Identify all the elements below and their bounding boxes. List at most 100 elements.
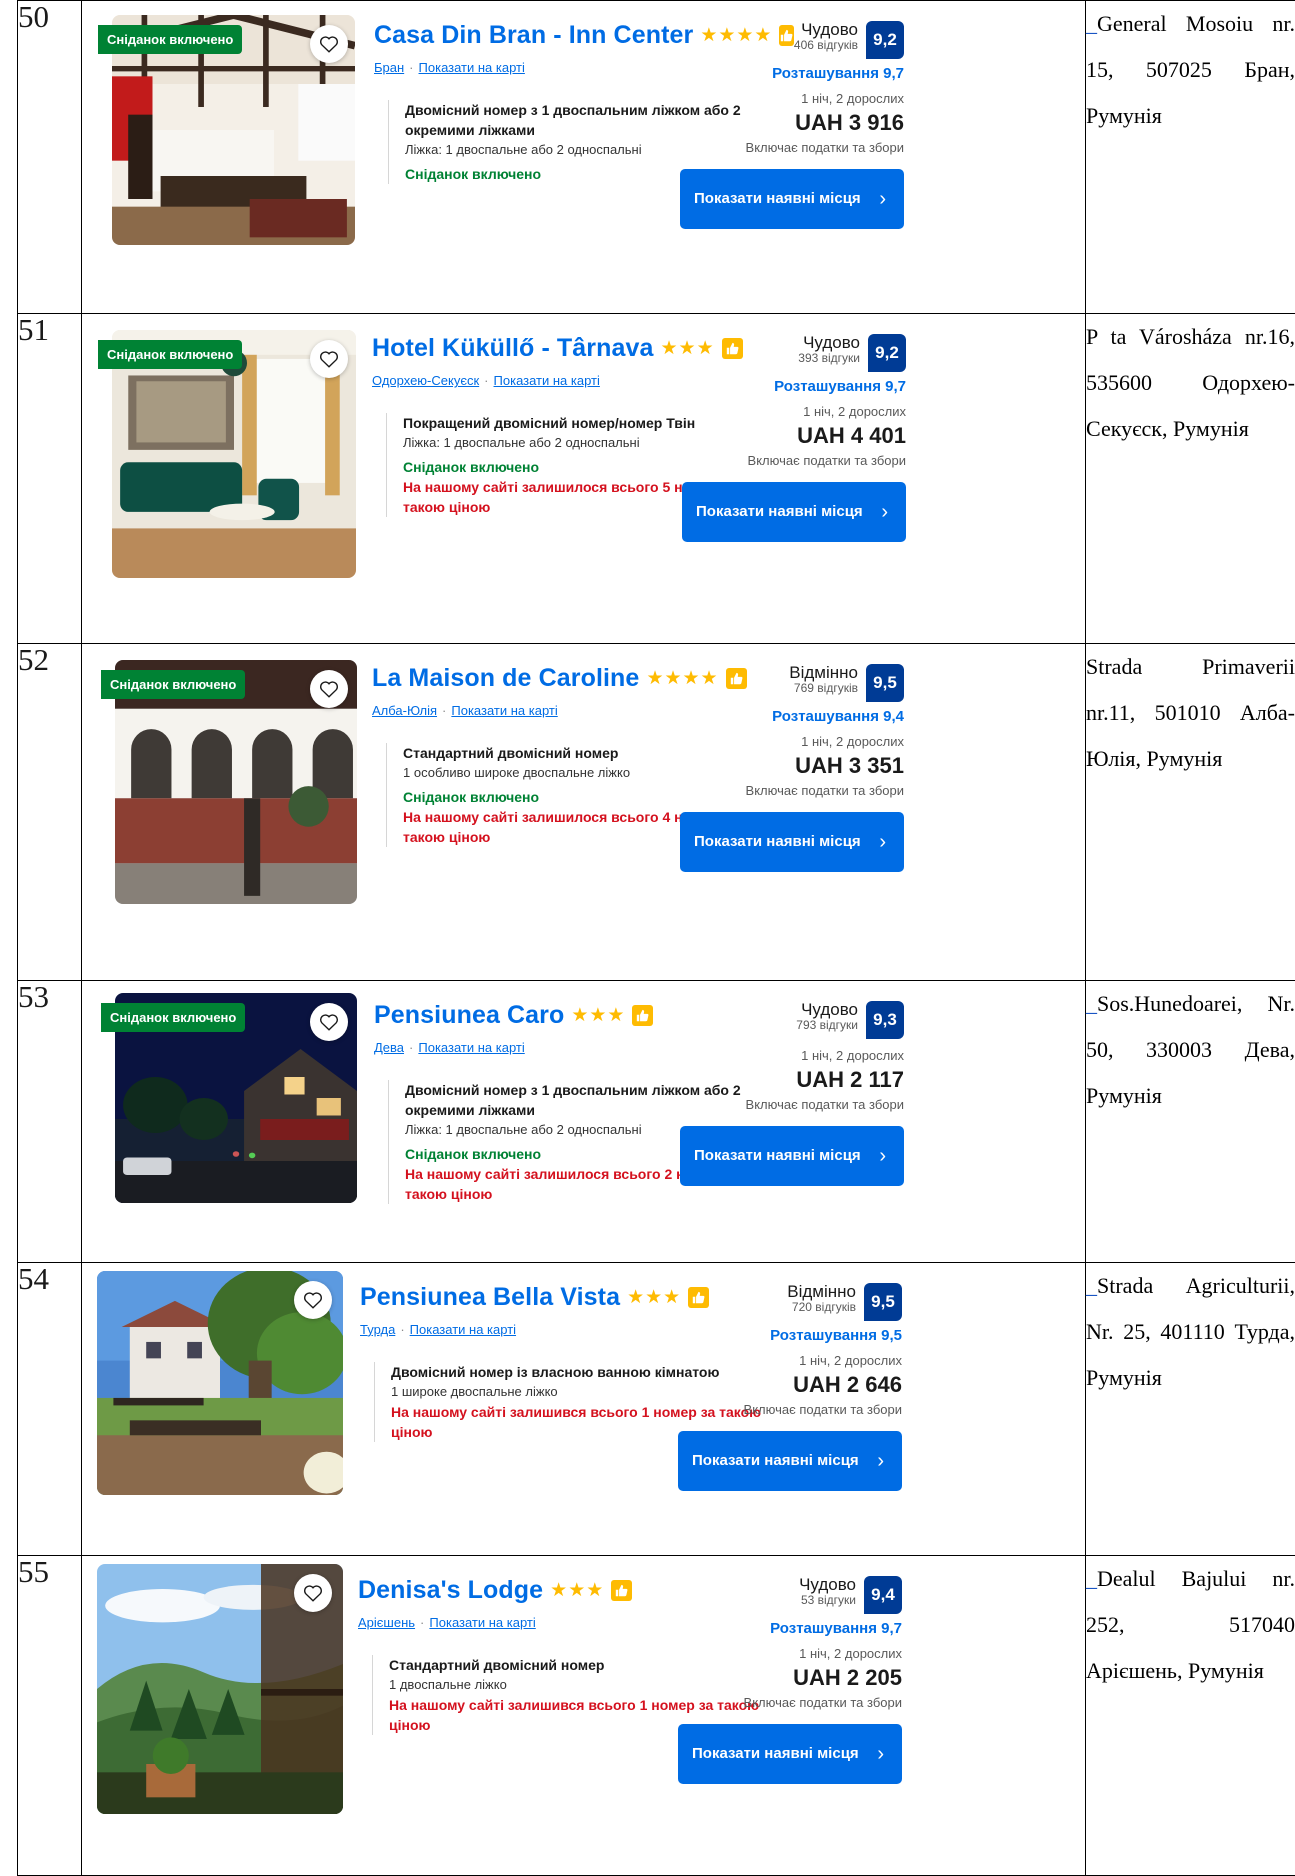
- address-text: Strada Primaverii nr.11, 501010 Алба-Юлі…: [1086, 653, 1295, 771]
- review-count: 769 відгуків: [793, 680, 858, 695]
- show-on-map-link[interactable]: Показати на карті: [418, 1040, 524, 1055]
- table-row: 53 Сніданок включено Pensiunea Caro ★★★: [17, 979, 1295, 1263]
- heart-icon: [304, 1292, 322, 1309]
- address-marker: _: [1086, 1272, 1097, 1298]
- review-count: 393 відгуки: [798, 350, 860, 365]
- taxes-note: Включає податки та збори: [743, 1694, 902, 1710]
- taxes-note: Включає податки та збори: [743, 1401, 902, 1417]
- town-link[interactable]: Дева: [374, 1040, 404, 1055]
- save-favorite-button[interactable]: [294, 1280, 332, 1319]
- hotel-name-link[interactable]: Pensiunea Caro: [374, 1001, 564, 1030]
- table-row: 52 Сніданок включено La Maison de Caroli…: [17, 642, 1295, 981]
- address-text: Dealul Bajului nr. 252, 517040 Арієшень,…: [1086, 1565, 1295, 1683]
- address-cell: _Strada Agriculturii, Nr. 25, 401110 Тур…: [1085, 1261, 1295, 1556]
- rating-word: Відмінно: [789, 662, 858, 682]
- show-availability-button[interactable]: Показати наявні місця ›: [680, 169, 904, 229]
- price-amount: UAH 2 117: [796, 1066, 904, 1092]
- breakfast-badge: Сніданок включено: [98, 340, 243, 370]
- show-availability-button[interactable]: Показати наявні місця ›: [678, 1723, 902, 1784]
- review-score[interactable]: Чудово 53 відгуки 9,4: [672, 1575, 902, 1614]
- address-marker: _: [1086, 1565, 1097, 1591]
- table-row: 50 Сніданок включено Casa Din Bran - Inn…: [17, 0, 1295, 315]
- table-row: 55 Denisa's Lodge ★★★ Арієшень · Показат…: [17, 1554, 1295, 1876]
- show-on-map-link[interactable]: Показати на карті: [429, 1615, 535, 1630]
- table-row: 51 Сніданок включено Hotel Küküllő - Târ…: [17, 313, 1295, 644]
- stay-length: 1 ніч, 2 дорослих: [799, 1352, 902, 1368]
- chevron-right-icon: ›: [877, 1449, 884, 1472]
- address-cell: Strada Primaverii nr.11, 501010 Алба-Юлі…: [1085, 642, 1295, 981]
- review-score[interactable]: Відмінно 720 відгуків 9,5: [672, 1283, 902, 1321]
- breakfast-badge: Сніданок включено: [98, 25, 243, 54]
- hotel-name-link[interactable]: Pensiunea Bella Vista: [360, 1283, 620, 1312]
- hotel-name-link[interactable]: Casa Din Bran - Inn Center: [374, 21, 693, 50]
- price-block: Чудово 406 відгуків 9,2 Розташування 9,7…: [674, 21, 904, 229]
- stay-length: 1 ніч, 2 дорослих: [801, 1047, 904, 1063]
- hotel-card: Сніданок включено Casa Din Bran - Inn Ce…: [82, 1, 1085, 313]
- address-cell: _General Mosoiu nr. 15, 507025 Бран, Рум…: [1085, 0, 1295, 315]
- town-link[interactable]: Арієшень: [358, 1615, 415, 1630]
- hotel-name-link[interactable]: Hotel Küküllő - Târnava: [372, 334, 654, 363]
- hotel-card: Pensiunea Bella Vista ★★★ Турда · Показати…: [82, 1263, 1085, 1555]
- rating-word: Відмінно: [787, 1281, 856, 1301]
- town-link[interactable]: Алба-Юлія: [372, 703, 437, 718]
- review-score[interactable]: Чудово 393 відгуки 9,2: [676, 334, 906, 373]
- show-on-map-link[interactable]: Показати на карті: [451, 703, 557, 718]
- price-amount: UAH 4 401: [797, 423, 906, 449]
- button-label: Показати наявні місця: [692, 1744, 859, 1762]
- show-availability-button[interactable]: Показати наявні місця ›: [678, 1430, 902, 1491]
- review-score[interactable]: Відмінно 769 відгуків 9,5: [674, 664, 904, 702]
- chevron-right-icon: ›: [879, 1144, 886, 1167]
- save-favorite-button[interactable]: [310, 25, 348, 63]
- address-cell: P ta Városháza nr.16, 535600 Одорхею-Сек…: [1085, 313, 1295, 644]
- show-on-map-link[interactable]: Показати на карті: [494, 373, 600, 388]
- chevron-right-icon: ›: [877, 1742, 884, 1765]
- button-label: Показати наявні місця: [694, 832, 861, 850]
- location-separator: ·: [484, 373, 489, 389]
- score-badge: 9,2: [866, 21, 904, 59]
- review-text: Чудово 406 відгуків: [794, 21, 858, 51]
- stay-length: 1 ніч, 2 дорослих: [801, 91, 904, 106]
- review-text: Чудово 793 відгуки: [796, 1001, 858, 1031]
- save-favorite-button[interactable]: [310, 1002, 348, 1041]
- table-row: 54 Pensiunea Bella Vista ★★★ Турда · Пок…: [17, 1261, 1295, 1556]
- review-score[interactable]: Чудово 406 відгуків 9,2: [674, 21, 904, 59]
- price-block: Чудово 53 відгуки 9,4 Розташування 9,7 1…: [672, 1575, 902, 1784]
- review-score[interactable]: Чудово 793 відгуки 9,3: [674, 1001, 904, 1039]
- button-label: Показати наявні місця: [692, 1451, 859, 1469]
- location-separator: ·: [409, 1039, 414, 1055]
- chevron-right-icon: ›: [881, 501, 888, 524]
- review-text: Відмінно 769 відгуків: [789, 664, 858, 694]
- show-on-map-link[interactable]: Показати на карті: [410, 1322, 516, 1337]
- show-availability-button[interactable]: Показати наявні місця ›: [680, 1125, 904, 1186]
- rating-word: Чудово: [801, 999, 858, 1019]
- town-link[interactable]: Бран: [374, 60, 404, 75]
- heart-icon: [320, 1014, 338, 1031]
- score-badge: 9,5: [866, 663, 904, 702]
- show-on-map-link[interactable]: Показати на карті: [419, 60, 525, 75]
- location-separator: ·: [442, 702, 447, 718]
- price-amount: UAH 2 205: [793, 1664, 902, 1690]
- show-availability-button[interactable]: Показати наявні місця ›: [682, 482, 906, 543]
- location-score: Розташування 9,7: [770, 1619, 902, 1637]
- review-count: 53 відгуки: [800, 1592, 856, 1607]
- price-block: Відмінно 720 відгуків 9,5 Розташування 9…: [672, 1283, 902, 1491]
- save-favorite-button[interactable]: [294, 1573, 332, 1612]
- hotel-name-link[interactable]: Denisa's Lodge: [358, 1576, 543, 1605]
- button-label: Показати наявні місця: [694, 190, 861, 207]
- show-availability-button[interactable]: Показати наявні місця ›: [680, 811, 904, 872]
- taxes-note: Включає податки та збори: [745, 1096, 904, 1112]
- hotel-card: Сніданок включено Pensiunea Caro ★★★ Дев…: [82, 981, 1085, 1262]
- thumbs-up-icon: [632, 1004, 654, 1026]
- price-amount: UAH 3 916: [795, 110, 904, 135]
- town-link[interactable]: Одорхею-Секуєск: [372, 373, 479, 388]
- save-favorite-button[interactable]: [310, 340, 348, 379]
- town-link[interactable]: Турда: [360, 1322, 395, 1337]
- breakfast-badge: Сніданок включено: [101, 1002, 246, 1032]
- score-badge: 9,5: [864, 1282, 902, 1321]
- hotel-card-cell: Сніданок включено Hotel Küküllő - Târnav…: [81, 313, 1086, 644]
- location-separator: ·: [409, 60, 414, 75]
- hotel-name-link[interactable]: La Maison de Caroline: [372, 664, 639, 693]
- save-favorite-button[interactable]: [310, 669, 348, 708]
- address-cell: _Sos.Hunedoarei, Nr. 50, 330003 Дева, Ру…: [1085, 979, 1295, 1263]
- rating-word: Чудово: [801, 20, 858, 39]
